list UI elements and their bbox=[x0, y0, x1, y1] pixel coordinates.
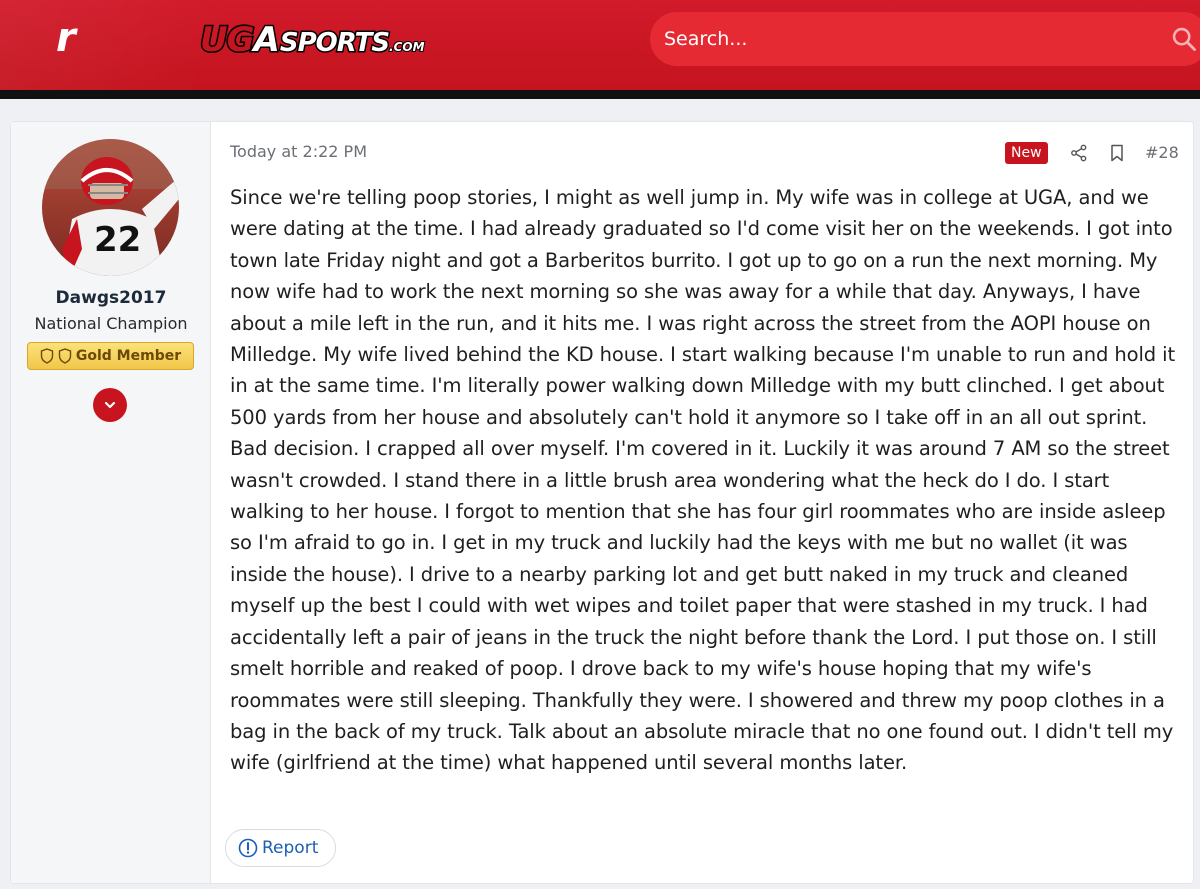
shield-icon bbox=[58, 348, 72, 364]
alert-circle-icon bbox=[238, 838, 258, 858]
search-bar bbox=[650, 12, 1200, 66]
logo-uga-text: UGA bbox=[199, 19, 282, 62]
shield-icon bbox=[40, 348, 54, 364]
search-input[interactable] bbox=[664, 12, 1144, 66]
forum-post: 22 Dawgs2017 National Champion Gold Memb… bbox=[10, 121, 1194, 884]
site-header: r UGA SPORTS .COM bbox=[0, 0, 1200, 92]
badge-label: Gold Member bbox=[75, 348, 182, 364]
username[interactable]: Dawgs2017 bbox=[11, 288, 211, 308]
site-logo[interactable]: UGA SPORTS .COM bbox=[199, 19, 426, 62]
avatar[interactable]: 22 bbox=[42, 139, 179, 276]
logo-com-text: .COM bbox=[388, 39, 425, 55]
header-divider bbox=[0, 90, 1200, 99]
report-label: Report bbox=[262, 838, 319, 858]
search-icon[interactable] bbox=[1170, 25, 1198, 53]
logo-sports-text: SPORTS bbox=[278, 27, 391, 60]
report-button[interactable]: Report bbox=[225, 829, 336, 867]
member-badge: Gold Member bbox=[27, 342, 194, 370]
svg-text:22: 22 bbox=[94, 220, 141, 260]
bookmark-icon[interactable] bbox=[1109, 144, 1125, 162]
post-author-cell: 22 Dawgs2017 National Champion Gold Memb… bbox=[11, 122, 211, 883]
post-body: Since we're telling poop stories, I migh… bbox=[230, 186, 1176, 775]
rivals-logo[interactable]: r bbox=[56, 18, 96, 58]
user-title: National Champion bbox=[34, 314, 188, 333]
post-number-link[interactable]: #28 bbox=[1145, 143, 1179, 162]
share-icon[interactable] bbox=[1070, 144, 1088, 162]
expand-user-info-button[interactable] bbox=[93, 388, 127, 422]
post-date[interactable]: Today at 2:22 PM bbox=[230, 142, 367, 161]
chevron-down-icon bbox=[104, 401, 116, 409]
avatar-image: 22 bbox=[42, 139, 179, 276]
new-badge: New bbox=[1005, 142, 1048, 164]
